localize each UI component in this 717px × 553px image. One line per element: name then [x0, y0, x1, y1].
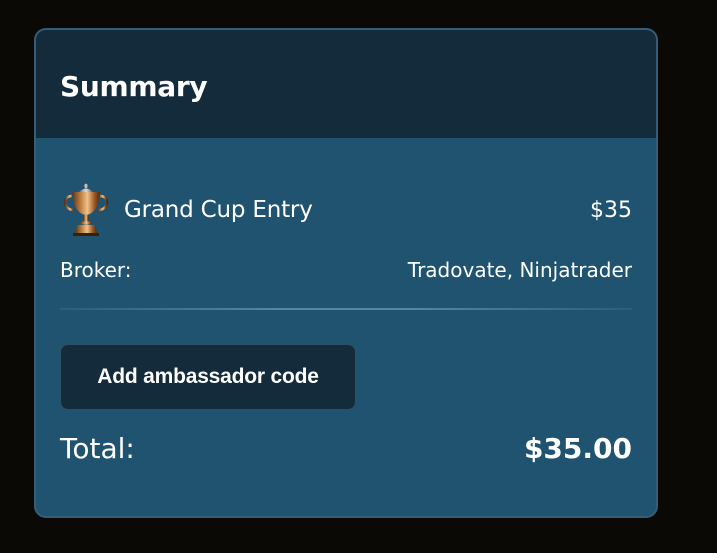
total-label: Total: — [60, 432, 135, 465]
summary-title: Summary — [60, 69, 208, 103]
divider — [60, 308, 632, 310]
total-row: Total: $35.00 — [60, 432, 632, 465]
summary-header: Summary — [36, 30, 656, 138]
product-price: $35 — [590, 197, 632, 223]
broker-value: Tradovate, Ninjatrader — [407, 258, 632, 282]
trophy-icon — [60, 182, 112, 238]
product-name: Grand Cup Entry — [124, 197, 313, 223]
total-value: $35.00 — [523, 432, 632, 465]
add-ambassador-code-button[interactable]: Add ambassador code — [60, 344, 356, 410]
summary-card: Summary Grand Cup Entry $35 Broker: Trad… — [34, 28, 658, 518]
broker-label: Broker: — [60, 258, 132, 282]
broker-row: Broker: Tradovate, Ninjatrader — [60, 258, 632, 282]
product-row: Grand Cup Entry $35 — [60, 182, 632, 238]
product-info: Grand Cup Entry — [60, 182, 313, 238]
